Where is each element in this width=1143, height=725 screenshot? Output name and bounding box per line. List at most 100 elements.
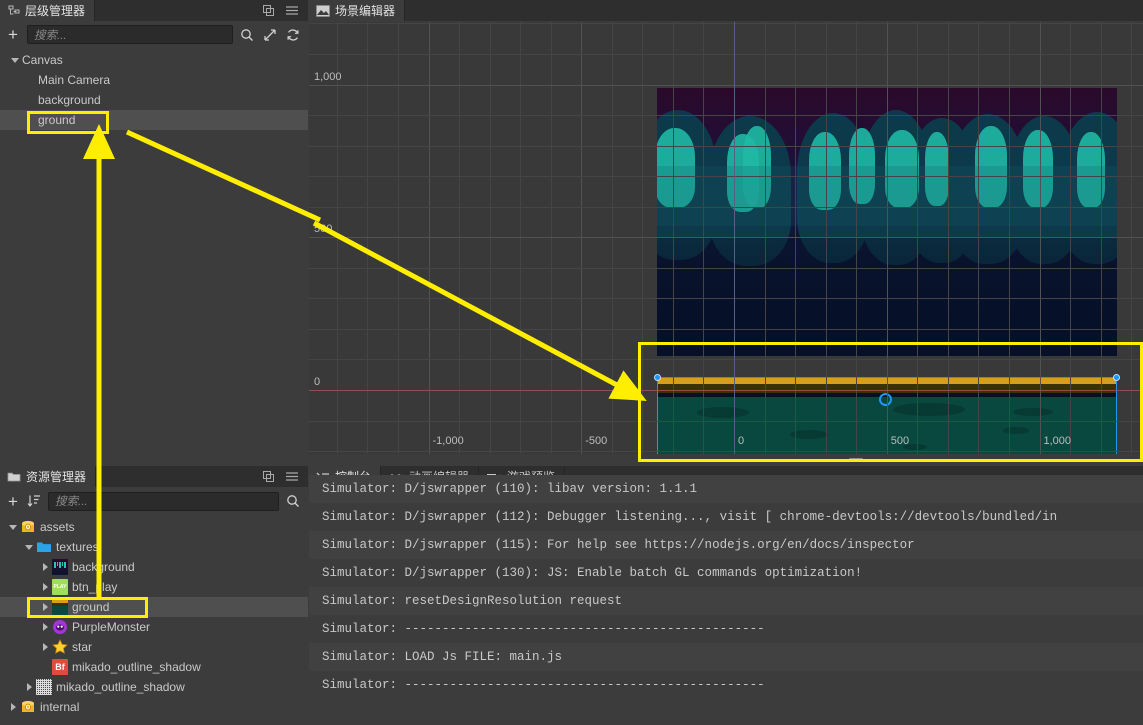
tree-item-label: internal bbox=[40, 700, 80, 714]
chevron-right-icon[interactable] bbox=[38, 603, 52, 611]
tree-row[interactable]: PurpleMonster bbox=[0, 617, 308, 637]
chevron-right-icon[interactable] bbox=[22, 683, 36, 691]
tab-assets[interactable]: 资源管理器 bbox=[0, 466, 97, 487]
ruler-label-x: 500 bbox=[890, 435, 910, 447]
tree-row[interactable]: assets bbox=[0, 517, 308, 537]
console-log-line[interactable]: Simulator: -----------------------------… bbox=[309, 615, 1143, 643]
tree-row[interactable]: Main Camera bbox=[0, 70, 308, 90]
scene-bottom-strip bbox=[309, 454, 1143, 466]
tree-row[interactable]: background bbox=[0, 90, 308, 110]
console-log-line[interactable]: Simulator: D/jswrapper (112): Debugger l… bbox=[309, 503, 1143, 531]
chevron-right-icon[interactable] bbox=[38, 563, 52, 571]
tab-scene-editor[interactable]: 场景编辑器 bbox=[309, 0, 406, 21]
menu-icon[interactable] bbox=[285, 4, 299, 17]
chevron-down-icon[interactable] bbox=[22, 544, 36, 550]
console-log-line[interactable]: Simulator: D/jswrapper (110): libav vers… bbox=[309, 475, 1143, 503]
scene-viewport[interactable]: 1,000 500 0 -1,000 -500 0 500 1,000 bbox=[309, 22, 1143, 454]
tree-item-label: Canvas bbox=[22, 53, 63, 67]
console-log-list[interactable]: Simulator: D/jswrapper (110): libav vers… bbox=[309, 475, 1143, 706]
tree-item-label: background bbox=[38, 93, 101, 107]
expand-icon[interactable] bbox=[263, 28, 277, 42]
splitter-grip[interactable] bbox=[849, 458, 863, 462]
tree-row[interactable]: star bbox=[0, 637, 308, 657]
grid-line-h bbox=[309, 23, 1143, 25]
popout-icon[interactable] bbox=[262, 4, 275, 17]
hierarchy-tree: Canvas Main Camera background ground bbox=[0, 48, 308, 130]
selection-pivot[interactable] bbox=[879, 393, 892, 406]
db-folder-icon bbox=[20, 519, 36, 535]
tree-item-label: PurpleMonster bbox=[72, 620, 151, 634]
console-log-line[interactable]: Simulator: D/jswrapper (115): For help s… bbox=[309, 531, 1143, 559]
chevron-right-icon[interactable] bbox=[38, 643, 52, 651]
menu-icon[interactable] bbox=[285, 470, 299, 483]
tree-row-selected[interactable]: ground bbox=[0, 110, 308, 130]
hierarchy-add-button[interactable]: + bbox=[6, 26, 20, 43]
assets-search-row: + 搜索... bbox=[0, 487, 308, 515]
search-icon[interactable] bbox=[286, 494, 300, 508]
grid-line-h bbox=[309, 420, 1143, 422]
hierarchy-search-placeholder: 搜索... bbox=[34, 29, 67, 42]
assets-search-input[interactable]: 搜索... bbox=[48, 491, 279, 511]
chevron-down-icon[interactable] bbox=[8, 57, 22, 63]
tree-item-label: mikado_outline_shadow bbox=[56, 680, 185, 694]
assets-search-actions bbox=[286, 494, 300, 508]
bf-font-icon: Bf bbox=[52, 659, 68, 675]
sort-icon[interactable] bbox=[27, 494, 41, 508]
tree-item-label: ground bbox=[72, 600, 110, 614]
hierarchy-tabbar-fill bbox=[95, 0, 253, 21]
popout-icon[interactable] bbox=[262, 470, 275, 483]
tree-row[interactable]: textures bbox=[0, 537, 308, 557]
tree-row[interactable]: PLAY btn_play bbox=[0, 577, 308, 597]
tree-item-label: Main Camera bbox=[38, 73, 111, 87]
ruler-label-x: -500 bbox=[585, 435, 608, 447]
btnplay-thumb: PLAY bbox=[52, 579, 68, 595]
grid-line-h bbox=[309, 145, 1143, 147]
assets-tabbar-fill bbox=[96, 466, 253, 487]
tree-item-label: assets bbox=[40, 520, 75, 534]
scene-tabbar: 场景编辑器 bbox=[309, 0, 1143, 21]
assets-add-button[interactable]: + bbox=[6, 493, 20, 510]
tree-item-label: mikado_outline_shadow bbox=[72, 660, 201, 674]
chevron-right-icon[interactable] bbox=[38, 583, 52, 591]
tab-scene-editor-label: 场景编辑器 bbox=[335, 4, 396, 18]
chevron-right-icon[interactable] bbox=[38, 623, 52, 631]
tab-hierarchy[interactable]: 层级管理器 bbox=[0, 0, 96, 21]
console-log-line[interactable]: Simulator: LOAD Js FILE: main.js bbox=[309, 643, 1143, 671]
assets-search-placeholder: 搜索... bbox=[55, 496, 88, 508]
tree-row[interactable]: mikado_outline_shadow bbox=[0, 677, 308, 697]
tree-row[interactable]: Canvas bbox=[0, 50, 308, 70]
chevron-down-icon[interactable] bbox=[6, 524, 20, 530]
grid-line-h bbox=[309, 451, 1143, 453]
hierarchy-search-input[interactable]: 搜索... bbox=[27, 25, 233, 44]
assets-panel: 资源管理器 + 搜索... assets textures background… bbox=[0, 466, 308, 725]
console-panel: 控制台动画编辑器游戏预览 正则 All bbox=[309, 466, 1143, 725]
tree-row[interactable]: background bbox=[0, 557, 308, 577]
grid-line-h bbox=[309, 298, 1143, 300]
tree-item-label: textures bbox=[56, 540, 99, 554]
console-log-line[interactable]: Simulator: -----------------------------… bbox=[309, 671, 1143, 699]
tree-row[interactable]: internal bbox=[0, 697, 308, 717]
ruler-label-x: 0 bbox=[738, 435, 745, 447]
selection-handle-tr[interactable] bbox=[1113, 374, 1120, 381]
tree-row-selected[interactable]: ground bbox=[0, 597, 308, 617]
editor-window: 层级管理器 + 搜索... Canvas Main Camera backgro… bbox=[0, 0, 1143, 725]
search-icon[interactable] bbox=[240, 28, 254, 42]
scene-tabbar-fill bbox=[405, 0, 1143, 21]
x-axis-line bbox=[309, 390, 1143, 391]
console-log-line[interactable]: Simulator: resetDesignResolution request bbox=[309, 587, 1143, 615]
grid-line-h bbox=[309, 237, 1143, 239]
monster-thumb bbox=[52, 619, 68, 635]
console-log-line[interactable]: Simulator: D/jswrapper (130): JS: Enable… bbox=[309, 559, 1143, 587]
tree-item-label: background bbox=[72, 560, 135, 574]
star-thumb bbox=[52, 639, 68, 655]
chevron-right-icon[interactable] bbox=[6, 703, 20, 711]
tree-row[interactable]: Bf mikado_outline_shadow bbox=[0, 657, 308, 677]
assets-tab-actions bbox=[253, 466, 308, 487]
tab-hierarchy-label: 层级管理器 bbox=[25, 4, 86, 18]
db-folder-icon bbox=[20, 699, 36, 715]
ruler-label-y: 500 bbox=[314, 223, 333, 236]
selection-handle-tl[interactable] bbox=[654, 374, 661, 381]
grid-line-h bbox=[309, 53, 1143, 55]
grid-line-h bbox=[309, 359, 1143, 361]
refresh-icon[interactable] bbox=[286, 28, 300, 42]
